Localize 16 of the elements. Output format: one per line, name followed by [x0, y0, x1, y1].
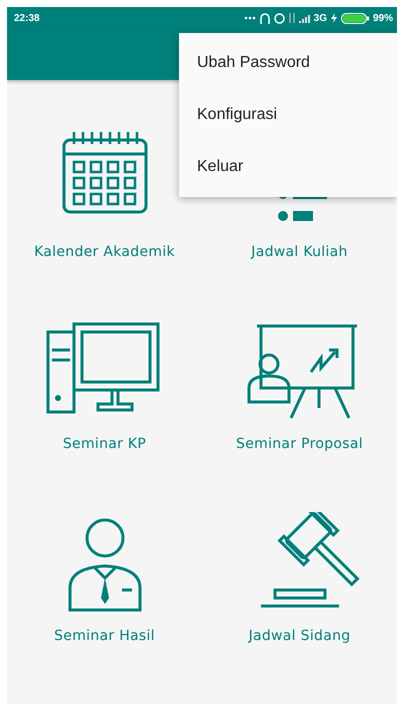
menu-item[interactable]: Konfigurasi [179, 89, 397, 141]
tile-label[interactable]: Seminar Proposal [236, 436, 363, 452]
status-time: 22:38 [14, 12, 40, 24]
network-type: 3G [314, 12, 327, 24]
charging-icon [330, 13, 337, 24]
battery-icon [340, 12, 369, 24]
tile-label[interactable]: Kalender Akademik [34, 244, 175, 260]
battery-percent: 99% [372, 12, 393, 24]
signal-icon [298, 14, 310, 23]
tile-label[interactable]: Seminar Hasil [54, 628, 155, 644]
tile-label[interactable]: Jadwal Sidang [248, 628, 350, 644]
tile-label[interactable]: Jadwal Kuliah [251, 244, 348, 260]
more-dots-icon [244, 16, 256, 20]
tile-label[interactable]: Seminar KP [62, 436, 146, 452]
menu-item[interactable]: Ubah Password [179, 37, 397, 89]
menu-item[interactable]: Keluar [179, 141, 397, 193]
